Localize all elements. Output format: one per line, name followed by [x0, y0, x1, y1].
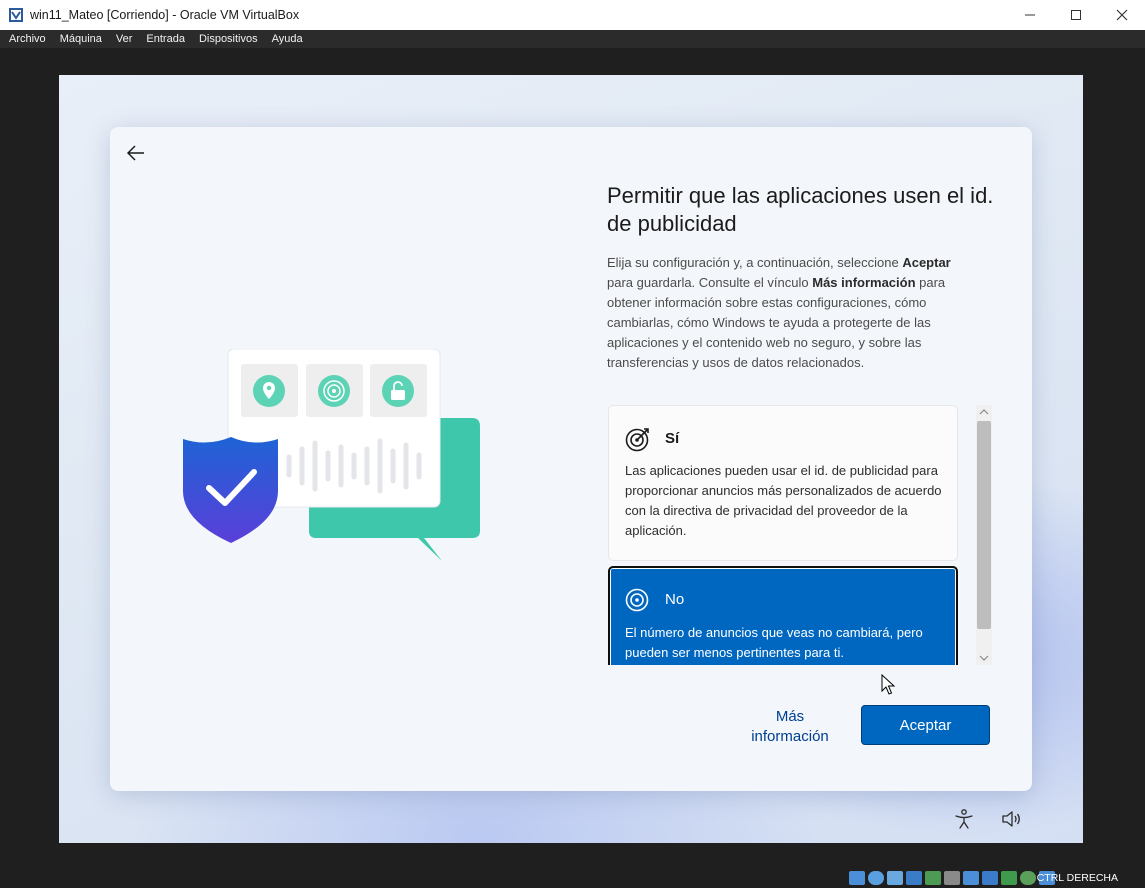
audio-icon[interactable]: [887, 871, 903, 885]
vm-status-bar: CTRL DERECHA: [0, 868, 1145, 888]
accessibility-icon[interactable]: [953, 808, 975, 830]
scroll-down-button[interactable]: [976, 651, 992, 665]
option-si-description: Las aplicaciones pueden usar el id. de p…: [625, 463, 942, 538]
display-icon[interactable]: [963, 871, 979, 885]
scroll-up-button[interactable]: [976, 405, 992, 419]
mouse-pointer-icon: [881, 674, 896, 695]
mouse-integration-icon[interactable]: [1020, 871, 1036, 885]
window-title: win11_Mateo [Corriendo] - Oracle VM Virt…: [30, 8, 300, 22]
minimize-icon: [1025, 14, 1035, 16]
page-description: Elija su configuración y, a continuación…: [607, 255, 951, 370]
hdd-icon[interactable]: [849, 871, 865, 885]
cpu-icon[interactable]: [1001, 871, 1017, 885]
back-arrow-icon[interactable]: [124, 141, 148, 165]
menu-archivo[interactable]: Archivo: [2, 30, 53, 48]
video-capture-icon[interactable]: [982, 871, 998, 885]
more-info-line2: información: [751, 728, 829, 745]
menu-ayuda[interactable]: Ayuda: [265, 30, 310, 48]
option-no-description: El número de anuncios que veas no cambia…: [625, 625, 923, 660]
page-title: Permitir que las aplicaciones usen el id…: [607, 183, 994, 236]
status-icon-tray: [849, 871, 1055, 885]
option-no-title: No: [665, 591, 685, 608]
option-si-title: Sí: [665, 430, 680, 447]
maximize-button[interactable]: [1053, 0, 1099, 30]
host-key-label: CTRL DERECHA: [1036, 872, 1118, 884]
usb-icon[interactable]: [925, 871, 941, 885]
optical-drive-icon[interactable]: [868, 871, 884, 885]
menu-ver[interactable]: Ver: [109, 30, 140, 48]
chevron-down-icon: [979, 655, 989, 661]
more-info-line1: Más: [775, 708, 805, 725]
more-info-link[interactable]: Más información: [738, 707, 842, 747]
close-icon: [1116, 9, 1128, 21]
close-button[interactable]: [1099, 0, 1145, 30]
scrollbar-thumb[interactable]: [977, 421, 991, 629]
network-icon[interactable]: [906, 871, 922, 885]
chevron-up-icon: [979, 409, 989, 415]
window-titlebar: win11_Mateo [Corriendo] - Oracle VM Virt…: [0, 0, 1145, 30]
option-si[interactable]: Sí Las aplicaciones pueden usar el id. d…: [608, 405, 958, 561]
option-no[interactable]: No El número de anuncios que veas no cam…: [608, 566, 958, 665]
guest-screen[interactable]: Permitir que las aplicaciones usen el id…: [59, 75, 1083, 843]
target-icon: [625, 588, 649, 612]
menu-dispositivos[interactable]: Dispositivos: [192, 30, 265, 48]
options-list: Sí Las aplicaciones pueden usar el id. d…: [608, 405, 965, 665]
minimize-button[interactable]: [1007, 0, 1053, 30]
menu-maquina[interactable]: Máquina: [53, 30, 109, 48]
menu-bar: Archivo Máquina Ver Entrada Dispositivos…: [0, 30, 1145, 48]
target-arrow-icon: [625, 428, 649, 452]
maximize-icon: [1071, 10, 1081, 20]
virtualbox-icon: [9, 8, 23, 22]
accept-button[interactable]: Aceptar: [861, 705, 990, 745]
shared-folder-icon[interactable]: [944, 871, 960, 885]
menu-entrada[interactable]: Entrada: [139, 30, 192, 48]
volume-icon[interactable]: [1000, 808, 1022, 830]
options-scrollbar[interactable]: [976, 405, 992, 665]
privacy-illustration: [183, 349, 480, 561]
